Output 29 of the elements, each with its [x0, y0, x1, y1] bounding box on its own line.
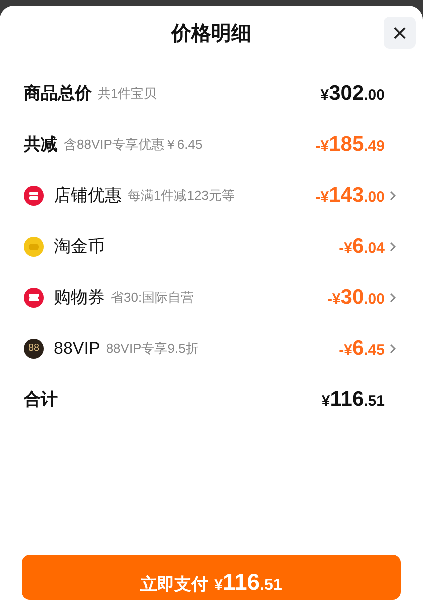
shop-icon: [24, 186, 44, 206]
vip-badge-icon: 88: [24, 338, 44, 358]
chevron-right-icon: [389, 190, 397, 202]
row-label: 商品总价: [24, 82, 92, 105]
row-label: 淘金币: [54, 236, 105, 258]
chevron-right-icon: [389, 292, 397, 304]
price-amount: -¥143.00: [316, 182, 385, 209]
chevron-right-icon: [389, 342, 397, 354]
row-label: 合计: [24, 388, 58, 411]
price-amount: -¥6.45: [339, 336, 385, 362]
row-note: 省30:国际自营: [111, 288, 194, 307]
row-note: 共1件宝贝: [98, 84, 158, 103]
row-note: 88VIP专享9.5折: [106, 340, 199, 358]
price-amount: -¥185.49: [316, 132, 385, 158]
close-button[interactable]: ×: [384, 17, 416, 49]
row-label: 购物券: [54, 286, 105, 309]
row-note: 每满1件减123元等: [128, 186, 235, 205]
row-note: 含88VIP专享优惠￥6.45: [64, 136, 203, 154]
row-label: 共减: [24, 134, 58, 156]
ticket-icon: [24, 288, 44, 308]
price-amount: -¥6.04: [339, 234, 385, 260]
row-label: 88VIP: [54, 338, 100, 360]
sheet-title: 价格明细: [172, 22, 252, 47]
chevron-right-icon: [389, 240, 397, 252]
coin-icon: [24, 236, 44, 256]
price-amount: -¥30.00: [327, 284, 385, 311]
row-label: 店铺优惠: [54, 184, 122, 207]
price-amount: ¥116.51: [322, 386, 385, 413]
price-amount: ¥302.00: [320, 80, 385, 107]
